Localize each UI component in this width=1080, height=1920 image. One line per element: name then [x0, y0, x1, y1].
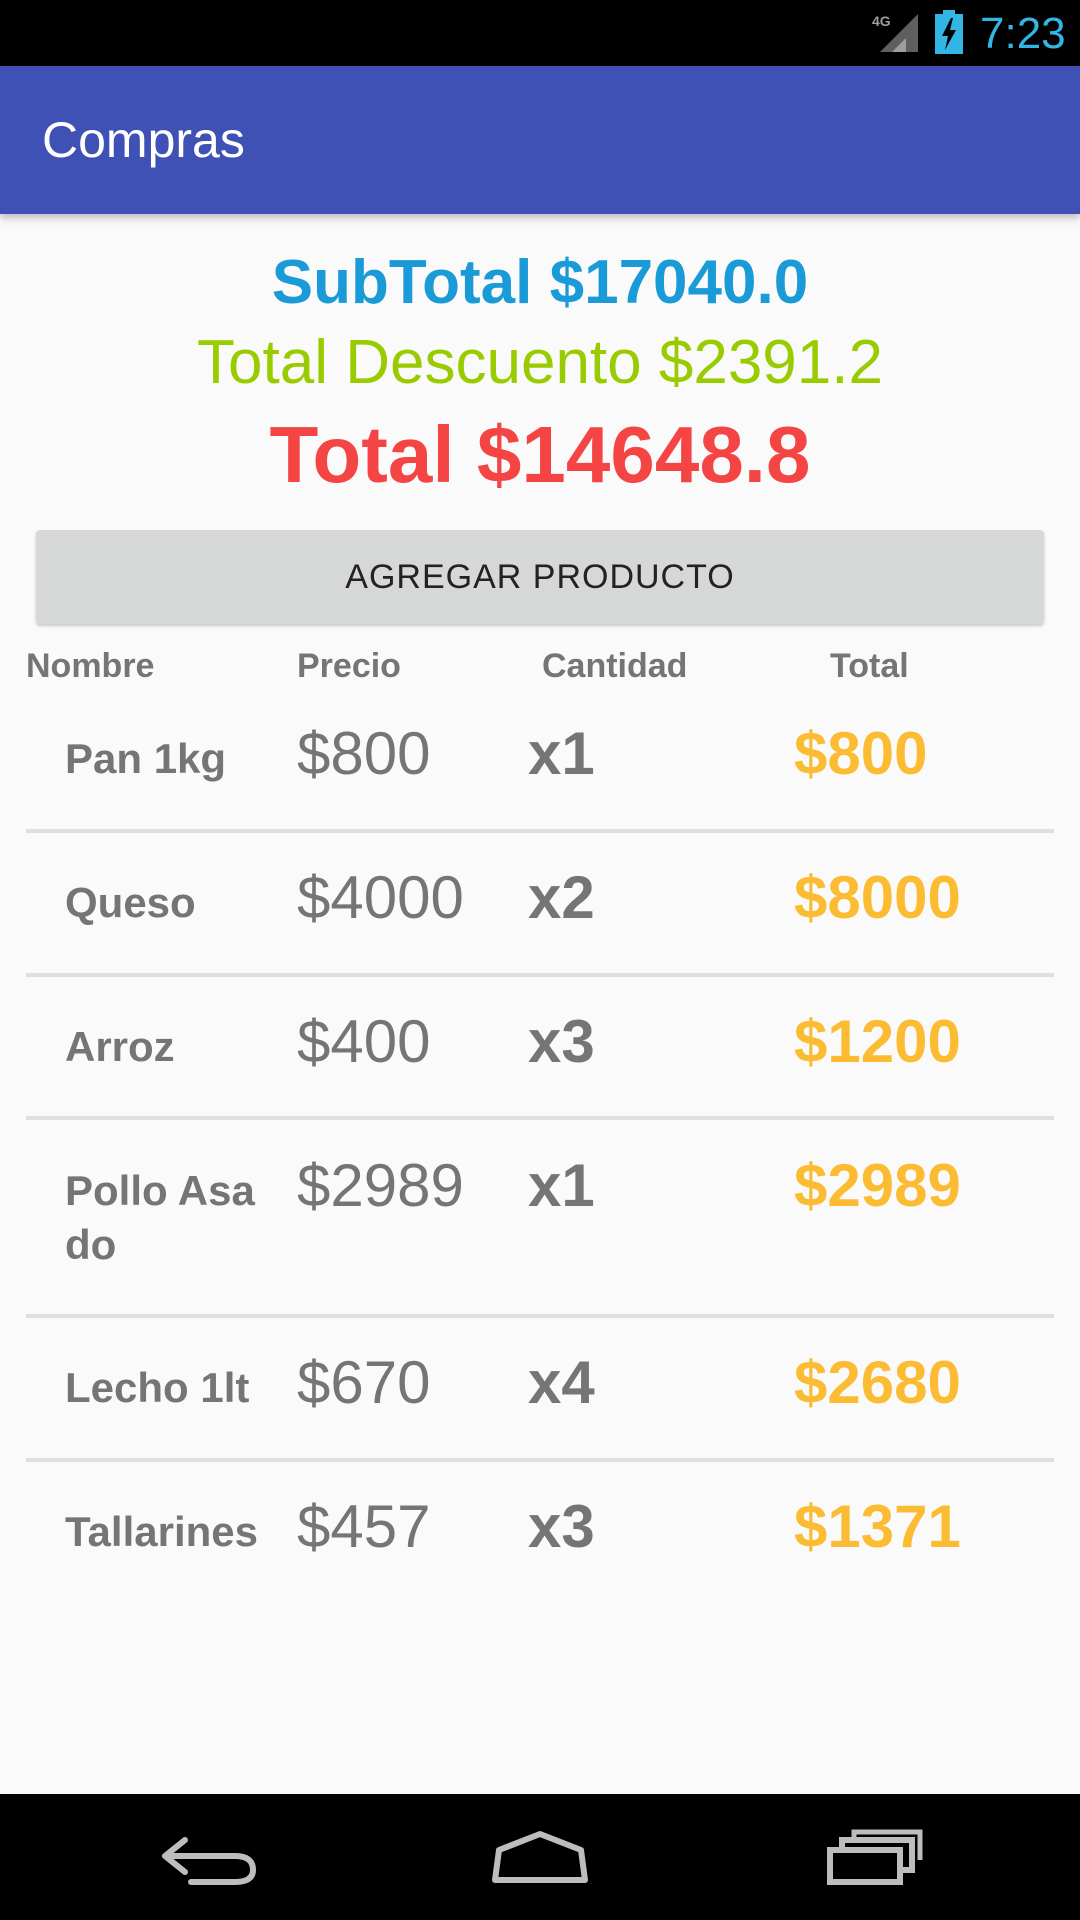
product-name: Pollo Asado — [65, 1167, 255, 1268]
product-quantity: x3 — [528, 1493, 595, 1560]
purchase-summary: SubTotal $17040.0 Total Descuento $2391.… — [0, 246, 1080, 504]
product-price: $2989 — [297, 1152, 464, 1219]
recents-icon[interactable] — [820, 1822, 930, 1892]
row-divider — [26, 1314, 1054, 1318]
product-total: $800 — [794, 720, 928, 787]
product-name: Queso — [65, 879, 196, 926]
column-header-name: Nombre — [26, 647, 155, 685]
column-header-total: Total — [830, 647, 909, 685]
clock: 7:23 — [980, 9, 1066, 58]
product-price: $400 — [297, 1008, 431, 1075]
product-name: Tallarines — [65, 1508, 258, 1555]
navigation-bar — [0, 1794, 1080, 1920]
column-header-price: Precio — [297, 647, 401, 685]
product-name: Lecho 1lt — [65, 1364, 250, 1411]
row-divider — [26, 973, 1054, 977]
product-quantity: x4 — [528, 1349, 595, 1416]
signal-4g-icon: 4G — [872, 13, 918, 52]
product-total: $1371 — [794, 1493, 961, 1560]
product-total: $2680 — [794, 1349, 961, 1416]
grand-total-text: Total $14648.8 — [269, 410, 811, 499]
product-name: Arroz — [65, 1023, 175, 1070]
product-price: $670 — [297, 1349, 431, 1416]
product-name: Pan 1kg — [65, 735, 227, 782]
row-divider — [26, 1116, 1054, 1120]
subtotal-text: SubTotal $17040.0 — [271, 248, 809, 317]
product-price: $800 — [297, 720, 431, 787]
app-bar: Compras — [0, 66, 1080, 214]
product-total: $8000 — [794, 864, 961, 931]
add-product-button[interactable]: AGREGAR PRODUCTO — [36, 530, 1044, 624]
status-bar: 4G 7:23 — [0, 0, 1080, 66]
product-quantity: x3 — [528, 1008, 595, 1075]
battery-charging-icon — [935, 10, 963, 54]
row-divider — [26, 829, 1054, 833]
row-divider — [26, 1458, 1054, 1462]
product-quantity: x2 — [528, 864, 595, 931]
column-header-quantity: Cantidad — [542, 647, 688, 685]
discount-text: Total Descuento $2391.2 — [197, 328, 883, 397]
product-quantity: x1 — [528, 1152, 595, 1219]
svg-text:4G: 4G — [872, 13, 891, 29]
app-title: Compras — [42, 112, 245, 168]
home-icon[interactable] — [485, 1822, 595, 1892]
product-total: $2989 — [794, 1152, 961, 1219]
product-price: $4000 — [297, 864, 464, 931]
product-quantity: x1 — [528, 720, 595, 787]
back-icon[interactable] — [155, 1822, 265, 1892]
product-total: $1200 — [794, 1008, 961, 1075]
product-price: $457 — [297, 1493, 431, 1560]
